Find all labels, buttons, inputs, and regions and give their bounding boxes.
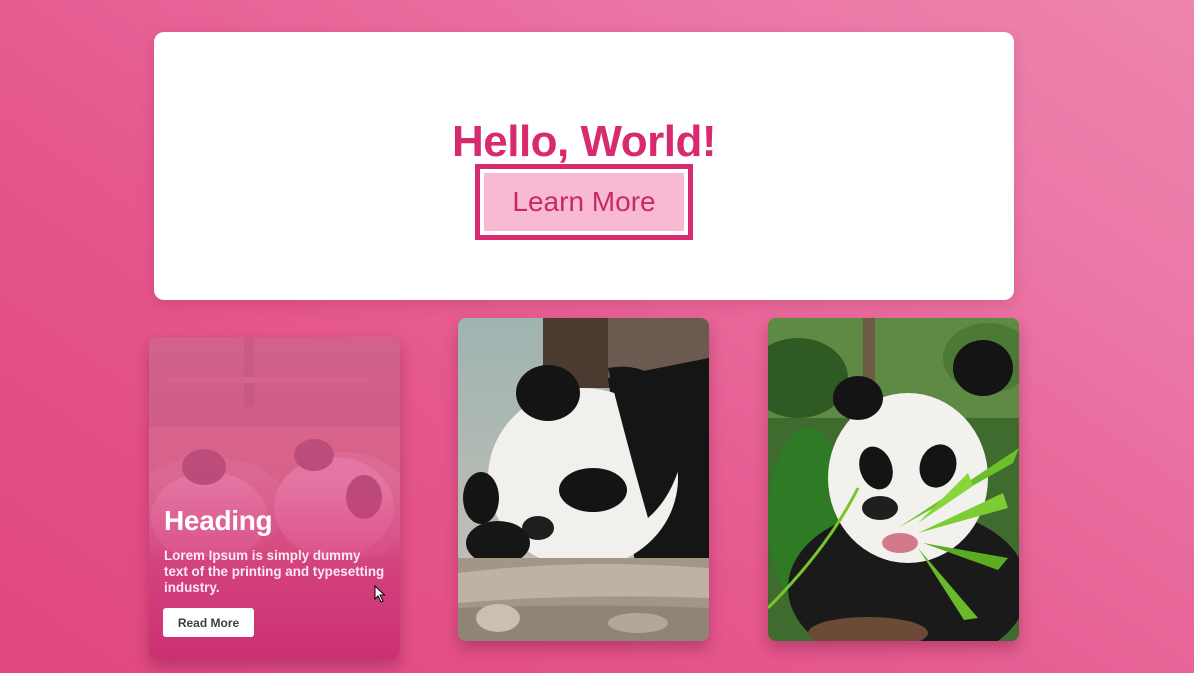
card-heading: Heading bbox=[164, 505, 273, 536]
sleeping-panda-photo bbox=[458, 318, 709, 641]
card-body: Heading Lorem Ipsum is simply dummy text… bbox=[164, 505, 386, 596]
read-more-button[interactable]: Read More bbox=[163, 608, 254, 637]
learn-more-label: Learn More bbox=[484, 173, 684, 231]
image-card bbox=[458, 318, 709, 641]
mouse-cursor-icon bbox=[374, 585, 386, 603]
panda-eating-bamboo-photo bbox=[768, 318, 1019, 641]
hero-title: Hello, World! bbox=[451, 117, 717, 166]
card-description: Lorem Ipsum is simply dummy text of the … bbox=[164, 548, 385, 595]
image-card bbox=[768, 318, 1019, 641]
hero-panel: Hello, World! Learn More bbox=[154, 32, 1014, 300]
feature-card: Heading Lorem Ipsum is simply dummy text… bbox=[149, 337, 400, 659]
learn-more-button[interactable]: Learn More bbox=[475, 164, 693, 240]
